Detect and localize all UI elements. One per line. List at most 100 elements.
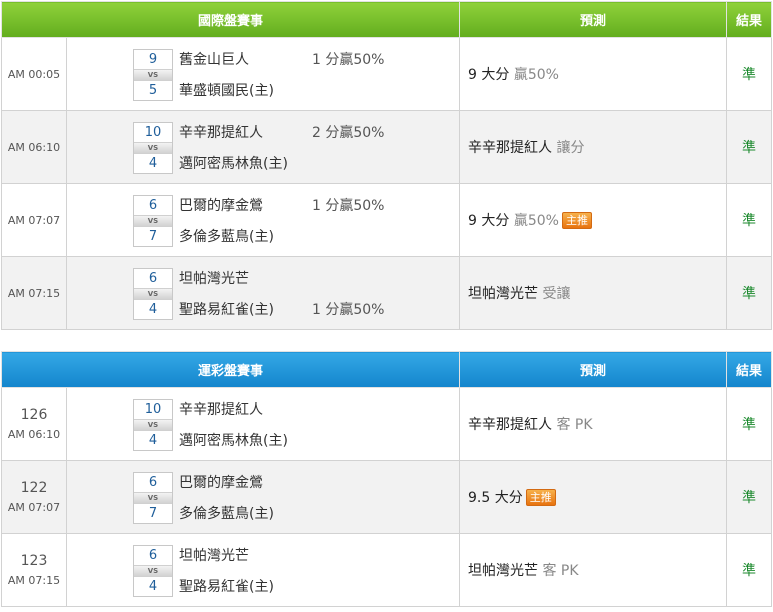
away-team-name: 舊金山巨人 — [179, 52, 249, 68]
game-time: AM 07:07 — [1, 183, 67, 257]
away-team-name: 巴爾的摩金鶯 — [179, 198, 263, 214]
game-row: AM 06:10 10 VS 4 辛辛那提紅人 2 分贏50% 邁阿密馬林魚(主… — [1, 110, 773, 184]
home-score: 5 — [148, 83, 158, 98]
featured-pick-badge: 主推 — [561, 212, 592, 229]
game-row: AM 07:15 6 VS 4 坦帕灣光芒 聖路易紅雀(主) 1 分贏50% 坦… — [1, 256, 773, 330]
prediction-column-header: 預測 — [459, 1, 728, 38]
international-games-table: 國際盤賽事 預測 結果 AM 00:05 9 VS 5 舊金山巨人 1 分贏50… — [0, 1, 773, 330]
game-row: 126 AM 06:10 10 VS 4 辛辛那提紅人 邁阿密馬林魚(主) 辛辛那… — [1, 387, 773, 461]
prediction-detail: 受讓 — [542, 286, 571, 302]
game-row: AM 00:05 9 VS 5 舊金山巨人 1 分贏50% 華盛頓國民(主) 9… — [1, 37, 773, 111]
score-box: 6 VS 7 — [133, 472, 173, 524]
prediction-detail: 贏50% — [513, 213, 559, 229]
prediction-main: 辛辛那提紅人 — [468, 140, 553, 156]
prediction-detail: 客 PK — [542, 563, 579, 579]
vs-label: VS — [134, 565, 172, 577]
handicap-odds: 1 分贏50% — [312, 52, 385, 68]
prediction-cell: 9 大分 贏50% — [459, 37, 728, 111]
game-number: 122 — [20, 480, 48, 496]
prediction-main: 坦帕灣光芒 — [468, 563, 539, 579]
handicap-odds: 1 分贏50% — [312, 302, 385, 318]
game-number: 126 — [20, 407, 48, 423]
prediction-detail: 讓分 — [556, 140, 585, 156]
matchup-cell: 6 VS 4 坦帕灣光芒 聖路易紅雀(主) — [65, 533, 461, 607]
game-time: AM 06:10 — [7, 428, 61, 441]
game-time: AM 07:15 — [7, 574, 61, 587]
prediction-cell: 9 大分 贏50% 主推 — [459, 183, 728, 257]
prediction-main: 坦帕灣光芒 — [468, 286, 539, 302]
home-team-name: 多倫多藍鳥(主) — [179, 506, 274, 522]
result-mark: 準 — [726, 183, 773, 257]
game-time: AM 00:05 — [1, 37, 67, 111]
game-number-time: 123 AM 07:15 — [1, 533, 67, 607]
away-team-name: 巴爾的摩金鶯 — [179, 475, 263, 491]
result-mark: 準 — [726, 37, 773, 111]
away-score: 6 — [148, 271, 158, 286]
home-team-name: 多倫多藍鳥(主) — [179, 229, 274, 245]
matchup-cell: 10 VS 4 辛辛那提紅人 邁阿密馬林魚(主) — [65, 387, 461, 461]
away-score: 9 — [148, 52, 158, 67]
home-team-name: 邁阿密馬林魚(主) — [179, 156, 288, 172]
event-column-header: 國際盤賽事 — [0, 1, 461, 38]
prediction-cell: 坦帕灣光芒 客 PK — [459, 533, 728, 607]
prediction-cell: 辛辛那提紅人 客 PK — [459, 387, 728, 461]
result-mark: 準 — [726, 460, 773, 534]
game-time: AM 06:10 — [1, 110, 67, 184]
away-score: 6 — [148, 548, 158, 563]
handicap-odds: 1 分贏50% — [312, 198, 385, 214]
away-team-name: 辛辛那提紅人 — [179, 402, 263, 418]
table-header-row: 國際盤賽事 預測 結果 — [0, 1, 773, 38]
result-mark: 準 — [726, 256, 773, 330]
matchup-cell: 6 VS 4 坦帕灣光芒 聖路易紅雀(主) 1 分贏50% — [65, 256, 461, 330]
result-column-header: 結果 — [726, 351, 773, 388]
away-team-name: 辛辛那提紅人 — [179, 125, 263, 141]
home-score: 7 — [148, 229, 158, 244]
score-box: 10 VS 4 — [133, 399, 173, 451]
home-team-name: 聖路易紅雀(主) — [179, 302, 274, 318]
vs-label: VS — [134, 492, 172, 504]
away-score: 6 — [148, 198, 158, 213]
prediction-cell: 坦帕灣光芒 受讓 — [459, 256, 728, 330]
matchup-cell: 9 VS 5 舊金山巨人 1 分贏50% 華盛頓國民(主) — [65, 37, 461, 111]
event-column-header: 運彩盤賽事 — [0, 351, 461, 388]
prediction-detail: 贏50% — [513, 67, 559, 83]
score-box: 6 VS 4 — [133, 545, 173, 597]
home-team-name: 邁阿密馬林魚(主) — [179, 433, 288, 449]
home-team-name: 聖路易紅雀(主) — [179, 579, 274, 595]
game-number: 123 — [20, 553, 48, 569]
away-score: 10 — [144, 402, 162, 417]
vs-label: VS — [134, 419, 172, 431]
game-number-time: 126 AM 06:10 — [1, 387, 67, 461]
home-score: 4 — [148, 579, 158, 594]
prediction-column-header: 預測 — [459, 351, 728, 388]
featured-pick-badge: 主推 — [525, 489, 556, 506]
prediction-main: 9 大分 — [468, 213, 510, 229]
prediction-cell: 辛辛那提紅人 讓分 — [459, 110, 728, 184]
game-row: 123 AM 07:15 6 VS 4 坦帕灣光芒 聖路易紅雀(主) 坦帕灣光芒 … — [1, 533, 773, 607]
lottery-games-table: 運彩盤賽事 預測 結果 126 AM 06:10 10 VS 4 辛辛那提紅人 邁… — [0, 351, 773, 607]
home-score: 4 — [148, 433, 158, 448]
vs-label: VS — [134, 69, 172, 81]
score-box: 6 VS 7 — [133, 195, 173, 247]
result-mark: 準 — [726, 387, 773, 461]
away-score: 10 — [144, 125, 162, 140]
result-mark: 準 — [726, 110, 773, 184]
game-row: AM 07:07 6 VS 7 巴爾的摩金鶯 1 分贏50% 多倫多藍鳥(主) … — [1, 183, 773, 257]
home-score: 4 — [148, 302, 158, 317]
result-column-header: 結果 — [726, 1, 773, 38]
home-score: 7 — [148, 506, 158, 521]
prediction-main: 辛辛那提紅人 — [468, 417, 553, 433]
home-score: 4 — [148, 156, 158, 171]
score-box: 6 VS 4 — [133, 268, 173, 320]
prediction-main: 9 大分 — [468, 67, 510, 83]
game-time: AM 07:07 — [7, 501, 61, 514]
away-team-name: 坦帕灣光芒 — [179, 548, 249, 564]
score-box: 9 VS 5 — [133, 49, 173, 101]
handicap-odds: 2 分贏50% — [312, 125, 385, 141]
score-box: 10 VS 4 — [133, 122, 173, 174]
game-number-time: 122 AM 07:07 — [1, 460, 67, 534]
away-team-name: 坦帕灣光芒 — [179, 271, 249, 287]
table-header-row: 運彩盤賽事 預測 結果 — [0, 351, 773, 388]
game-time: AM 07:15 — [1, 256, 67, 330]
matchup-cell: 10 VS 4 辛辛那提紅人 2 分贏50% 邁阿密馬林魚(主) — [65, 110, 461, 184]
